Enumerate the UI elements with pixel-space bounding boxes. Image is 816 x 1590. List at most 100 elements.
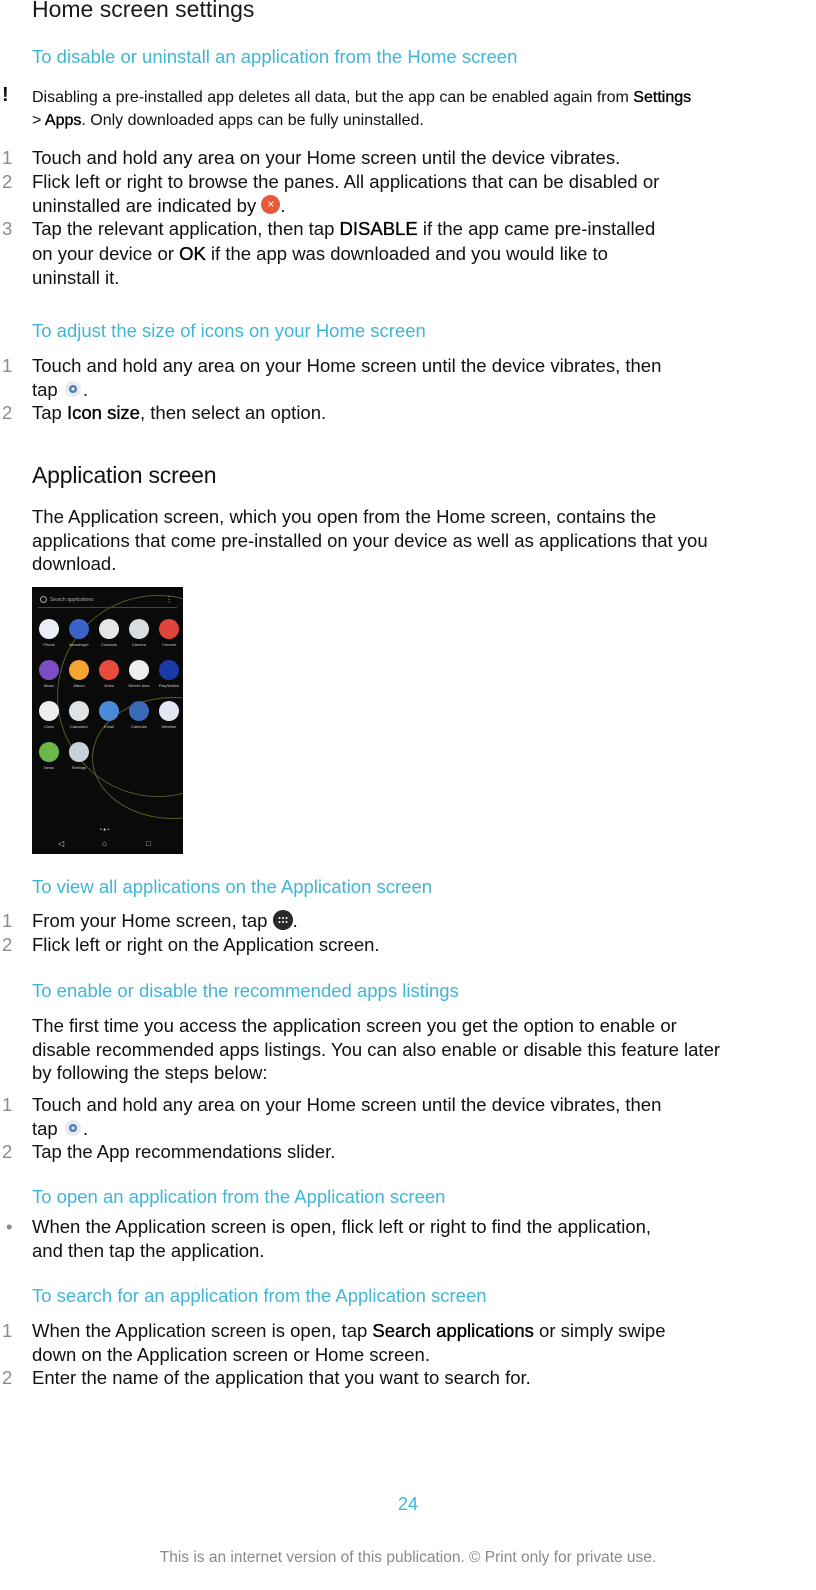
step-number: 1 bbox=[2, 1320, 13, 1341]
step-line: uninstall it. bbox=[32, 267, 120, 288]
app-icon-messenger: Messenger bbox=[65, 619, 93, 647]
app-label: Chrome bbox=[161, 642, 177, 647]
app-icon-circle bbox=[39, 701, 59, 721]
app-icon-circle bbox=[159, 701, 179, 721]
intro-line: download. bbox=[32, 553, 117, 574]
app-icon-chrome: Chrome bbox=[155, 619, 183, 647]
note-text: . Only downloaded apps can be fully unin… bbox=[81, 112, 424, 129]
gear-icon bbox=[64, 380, 81, 397]
exclamation-icon: ! bbox=[2, 84, 9, 106]
step-line: , then select an option. bbox=[139, 402, 327, 423]
search-placeholder: Search applications bbox=[50, 597, 94, 603]
back-icon: ◁ bbox=[58, 839, 65, 848]
gear-icon bbox=[64, 1119, 81, 1136]
page-number: 24 bbox=[397, 1494, 419, 1514]
application-screen-screenshot: Search applications ⋮ Phone Messenger Cont… bbox=[32, 587, 183, 854]
step-text: When the Application screen is open, tap… bbox=[32, 1319, 665, 1366]
step-text: Tap Icon size, then select an option. bbox=[32, 401, 326, 425]
app-label: Settings bbox=[71, 765, 87, 770]
step-number: 1 bbox=[2, 147, 13, 168]
section-heading-view-all: To view all applications on the Applicat… bbox=[32, 876, 433, 897]
disable-label: DISABLE bbox=[339, 218, 418, 239]
step-line: on your device or bbox=[32, 242, 180, 264]
step-number: 1 bbox=[2, 355, 13, 376]
step-line: . bbox=[82, 1117, 88, 1139]
app-icon-circle bbox=[129, 701, 149, 721]
app-icon-circle bbox=[129, 619, 149, 639]
step-line: . bbox=[82, 378, 88, 400]
app-label: Music bbox=[43, 683, 55, 688]
app-icon-circle bbox=[99, 619, 119, 639]
section-heading-open-app: To open an application from the Applicat… bbox=[32, 1186, 446, 1207]
app-label: Contacts bbox=[101, 642, 117, 647]
note-text: Disabling a pre-installed app deletes al… bbox=[32, 89, 634, 106]
step-line: down on the Application screen or Home s… bbox=[32, 1343, 430, 1365]
app-icon-music: Music bbox=[35, 660, 63, 688]
step-number: 2 bbox=[2, 171, 13, 192]
app-icon-camera: Camera bbox=[125, 619, 153, 647]
step-line: or simply swipe bbox=[533, 1320, 666, 1341]
page-title: Home screen settings bbox=[32, 0, 255, 22]
footer-text: This is an internet version of this publ… bbox=[159, 1549, 657, 1566]
step-number: 2 bbox=[2, 1367, 13, 1388]
step-line: if the app came pre-installed bbox=[417, 218, 656, 239]
step-line: uninstalled are indicated by bbox=[32, 194, 262, 216]
app-icon-circle bbox=[39, 619, 59, 639]
app-label: Album bbox=[73, 683, 85, 688]
recent-apps-icon: □ bbox=[146, 839, 151, 848]
intro-line: The Application screen, which you open f… bbox=[32, 506, 657, 527]
search-applications-bar: Search applications ⋮ bbox=[38, 593, 177, 608]
section-heading-disable: To disable or uninstall an application f… bbox=[32, 46, 518, 67]
search-icon bbox=[40, 596, 47, 604]
search-applications-label: Search applications bbox=[372, 1320, 534, 1341]
app-icon-circle bbox=[69, 619, 89, 639]
bullet-text: When the Application screen is open, fli… bbox=[32, 1215, 651, 1262]
icon-size-label: Icon size bbox=[66, 402, 140, 423]
app-icon-calculator: Calculator bbox=[65, 701, 93, 729]
step-line: and then tap the application. bbox=[32, 1239, 265, 1261]
app-icon-what-s-new: What's New bbox=[125, 660, 153, 688]
app-icon-circle bbox=[69, 660, 89, 680]
app-icon-circle bbox=[99, 660, 119, 680]
note-text: > bbox=[32, 112, 45, 129]
section-heading-icon-size: To adjust the size of icons on your Home… bbox=[32, 320, 426, 341]
app-label: Calculator bbox=[69, 724, 88, 729]
app-icon-album: Album bbox=[65, 660, 93, 688]
step-text: Enter the name of the application that y… bbox=[32, 1367, 531, 1388]
step-text: Flick left or right to browse the panes.… bbox=[32, 170, 659, 217]
app-icon-circle bbox=[69, 701, 89, 721]
intro-line: by following the steps below: bbox=[32, 1062, 268, 1083]
nav-bar: ◁ ⌂ □ bbox=[32, 836, 183, 854]
intro-line: disable recommended apps listings. You c… bbox=[32, 1038, 721, 1060]
step-line: Touch and hold any area on your Home scr… bbox=[32, 1094, 662, 1115]
app-label: Messenger bbox=[69, 642, 89, 647]
app-icon-settings: Settings bbox=[65, 742, 93, 770]
step-line: From your Home screen, tap bbox=[32, 910, 273, 931]
app-label: Video bbox=[103, 683, 115, 688]
step-line: tap bbox=[32, 1117, 63, 1139]
step-number: 2 bbox=[2, 934, 13, 955]
step-number: 1 bbox=[2, 910, 13, 931]
app-icon-phone: Phone bbox=[35, 619, 63, 647]
app-icon-weather: Weather bbox=[155, 701, 183, 729]
app-grid-icon bbox=[272, 910, 293, 931]
app-icon-email: Email bbox=[95, 701, 123, 729]
intro-line: applications that come pre-installed on … bbox=[32, 529, 708, 551]
app-label: What's New bbox=[128, 683, 150, 688]
section-title-application-screen: Application screen bbox=[32, 462, 217, 488]
warning-note: Disabling a pre-installed app deletes al… bbox=[32, 86, 816, 132]
app-icon-clock: Clock bbox=[35, 701, 63, 729]
step-line: if the app was downloaded and you would … bbox=[205, 242, 608, 264]
step-text: Touch and hold any area on your Home scr… bbox=[32, 354, 661, 401]
app-label: Phone bbox=[43, 642, 55, 647]
step-line: When the Application screen is open, fli… bbox=[32, 1216, 652, 1237]
ok-label: OK bbox=[179, 242, 206, 264]
step-line: Tap bbox=[32, 402, 67, 423]
app-icon-circle bbox=[39, 660, 59, 680]
step-text: Tap the relevant application, then tap D… bbox=[32, 217, 655, 291]
app-icon-playstation: PlayStation bbox=[155, 660, 183, 688]
close-x-icon: × bbox=[261, 195, 281, 215]
app-icon-circle bbox=[39, 742, 59, 762]
step-line: When the Application screen is open, tap bbox=[32, 1320, 373, 1341]
step-number: 1 bbox=[2, 1094, 13, 1115]
